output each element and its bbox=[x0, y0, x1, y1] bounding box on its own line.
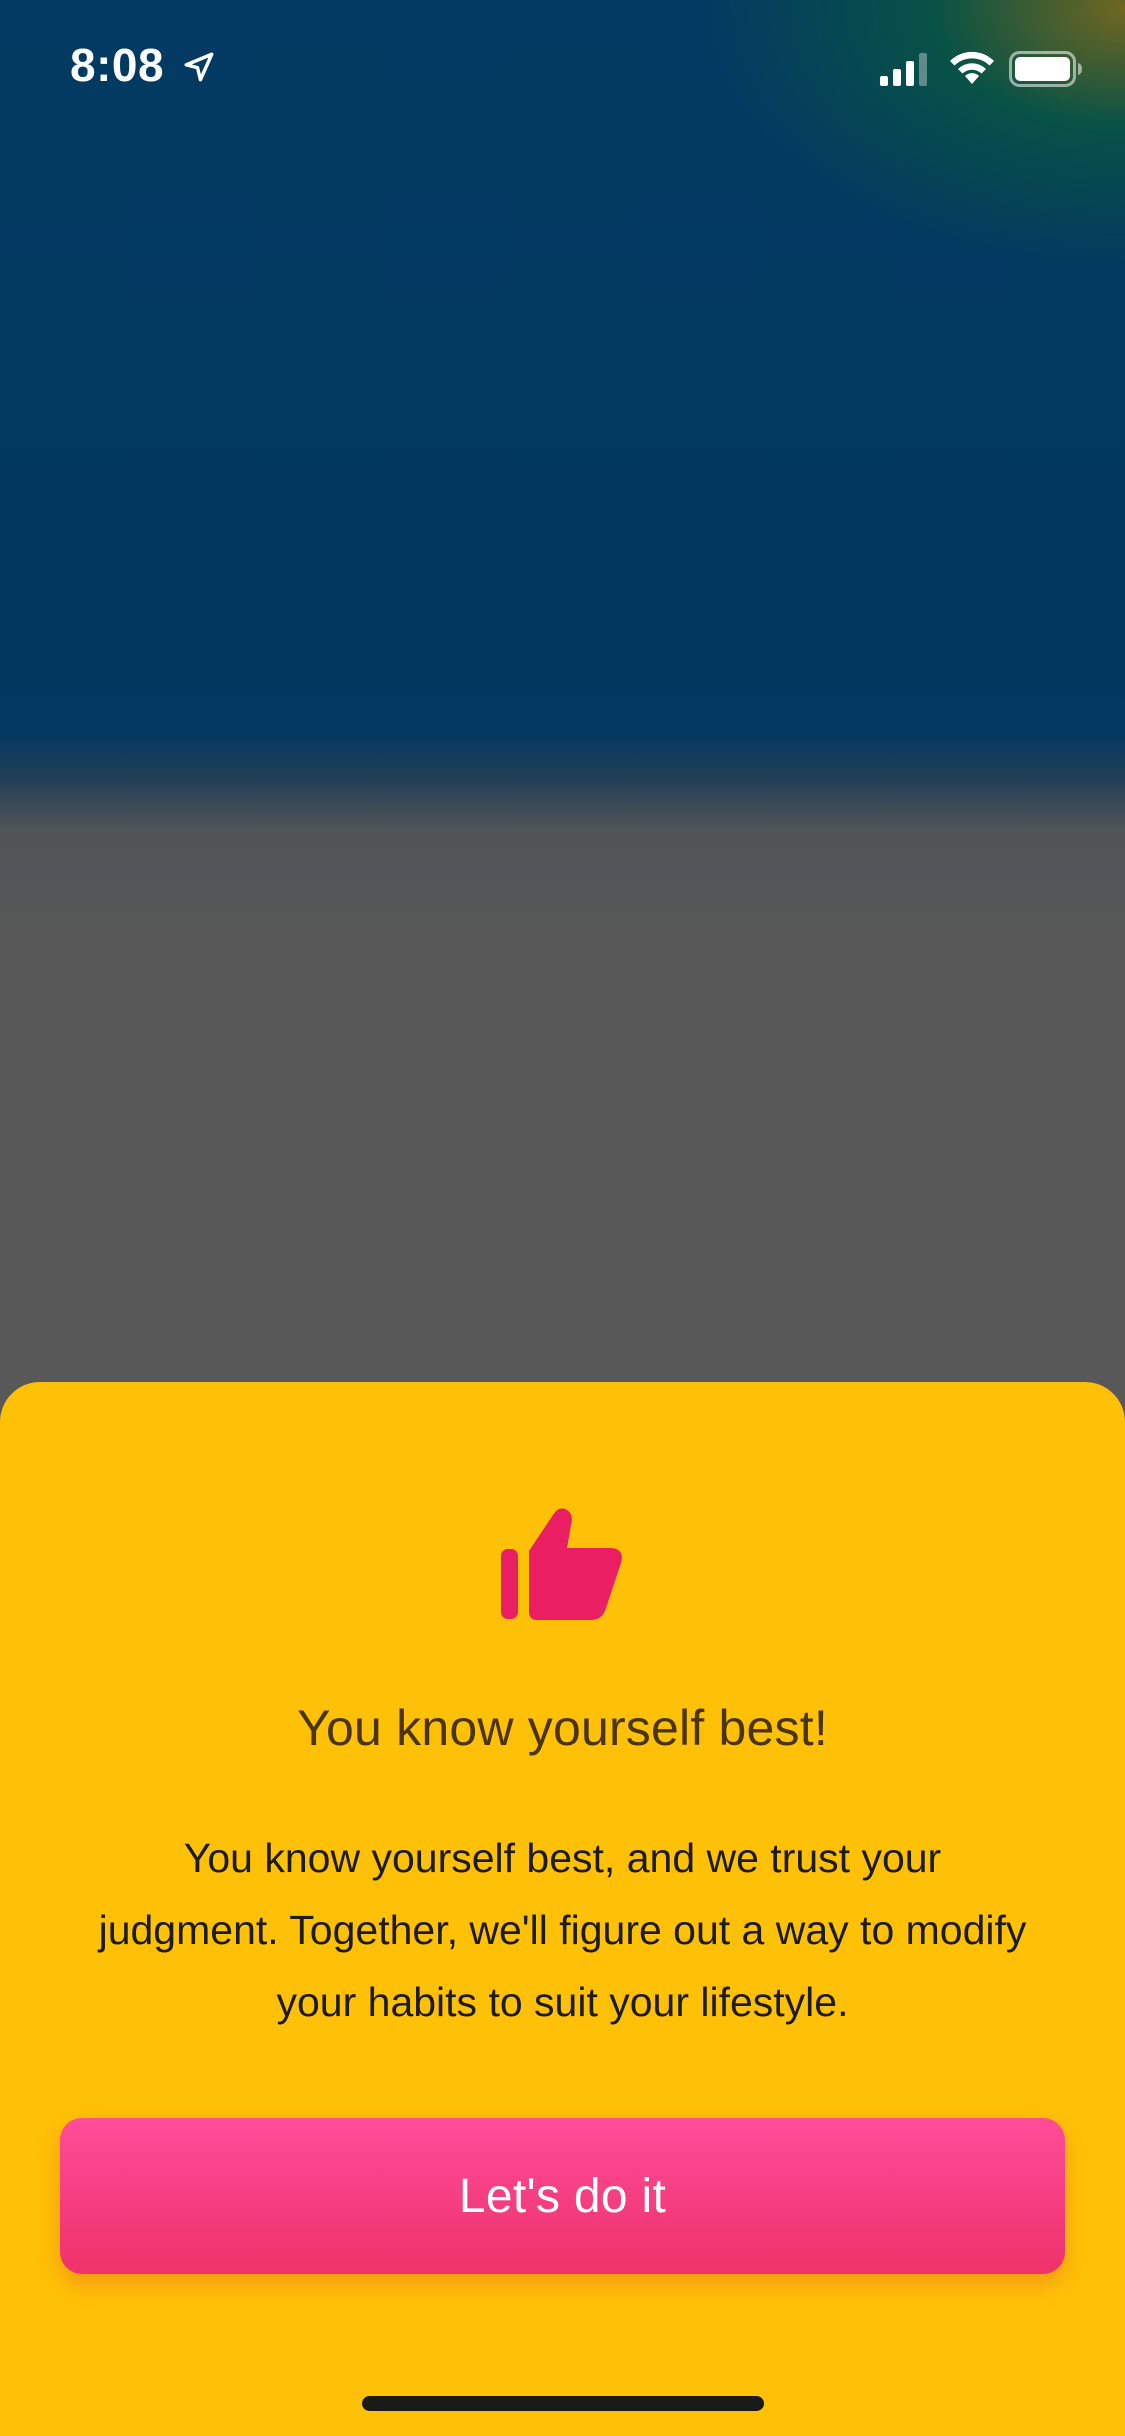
lets-do-it-button[interactable]: Let's do it bbox=[60, 2118, 1065, 2274]
thumbs-up-icon bbox=[501, 1508, 622, 1620]
sheet-body-text: You know yourself best, and we trust you… bbox=[98, 1835, 1027, 2025]
location-arrow-icon bbox=[184, 52, 214, 82]
bottom-sheet: You know yourself best! You know yoursel… bbox=[0, 1382, 1125, 2436]
wifi-icon bbox=[950, 51, 994, 84]
screen: 8:08 You know yourself best! You know yo… bbox=[0, 0, 1125, 2436]
home-indicator[interactable] bbox=[362, 2396, 764, 2411]
cellular-signal-icon bbox=[880, 53, 927, 86]
status-time: 8:08 bbox=[70, 39, 165, 91]
battery-icon bbox=[1009, 51, 1082, 87]
sheet-title: You know yourself best! bbox=[297, 1700, 828, 1756]
status-bar: 8:08 bbox=[0, 0, 1125, 140]
